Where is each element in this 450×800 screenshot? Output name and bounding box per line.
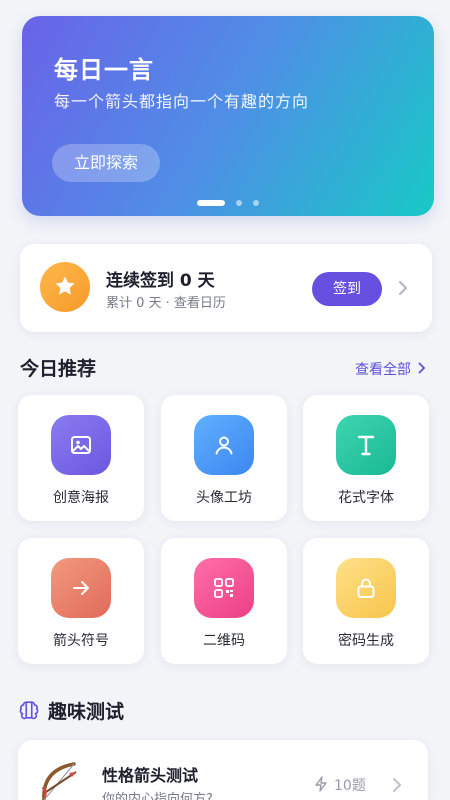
daily-quote-banner[interactable]: 每日一言 每一个箭头都指向一个有趣的方向 立即探索 [22, 16, 434, 216]
banner-dot[interactable] [236, 199, 242, 206]
text-icon [336, 415, 396, 475]
tile-arrow-symbols[interactable]: 箭头符号 [18, 538, 144, 664]
tile-label: 箭头符号 [53, 633, 109, 649]
test-subtitle: 你的内心指向何方? [102, 792, 213, 800]
chevron-right-icon[interactable] [418, 362, 426, 374]
tile-qrcode[interactable]: 二维码 [161, 538, 287, 664]
checkin-summary[interactable]: 累计 0 天 · 查看日历 [106, 292, 226, 311]
qrcode-icon [194, 558, 254, 618]
banner-subtitle: 每一个箭头都指向一个有趣的方向 [54, 92, 310, 111]
tile-fancy-font[interactable]: 花式字体 [303, 395, 429, 521]
checkin-button[interactable]: 签到 [312, 272, 382, 306]
section-title-recommend: 今日推荐 [20, 358, 97, 380]
bow-arrow-icon [42, 762, 77, 800]
checkin-card[interactable]: 连续签到 0 天 累计 0 天 · 查看日历 签到 [20, 244, 432, 332]
banner-title: 每日一言 [54, 56, 154, 84]
section-title-fun-tests: 趣味测试 [48, 701, 125, 723]
chevron-right-icon[interactable] [398, 280, 408, 296]
lightning-icon [315, 776, 327, 792]
star-icon [40, 262, 90, 312]
tile-avatar-workshop[interactable]: 头像工坊 [161, 395, 287, 521]
checkin-streak: 连续签到 0 天 [106, 271, 215, 291]
user-icon [194, 415, 254, 475]
arrow-right-icon [51, 558, 111, 618]
tile-label: 二维码 [203, 633, 245, 649]
question-count: 10题 [334, 778, 366, 794]
image-icon [51, 415, 111, 475]
lock-icon [336, 558, 396, 618]
brain-icon [19, 701, 39, 720]
chevron-right-icon[interactable] [392, 777, 402, 793]
tile-password-generator[interactable]: 密码生成 [303, 538, 429, 664]
tile-creative-poster[interactable]: 创意海报 [18, 395, 144, 521]
banner-pagination [22, 192, 434, 211]
explore-button[interactable]: 立即探索 [52, 144, 160, 182]
banner-dot[interactable] [253, 199, 260, 206]
personality-test-card[interactable]: 性格箭头测试 你的内心指向何方? 10题 [18, 740, 428, 800]
banner-dot-active[interactable] [196, 199, 225, 206]
tile-label: 密码生成 [338, 633, 394, 649]
test-title: 性格箭头测试 [102, 766, 199, 785]
tile-label: 创意海报 [53, 490, 109, 506]
tile-label: 头像工坊 [196, 490, 252, 506]
see-all-link[interactable]: 查看全部 [355, 359, 411, 379]
tile-label: 花式字体 [338, 490, 394, 506]
